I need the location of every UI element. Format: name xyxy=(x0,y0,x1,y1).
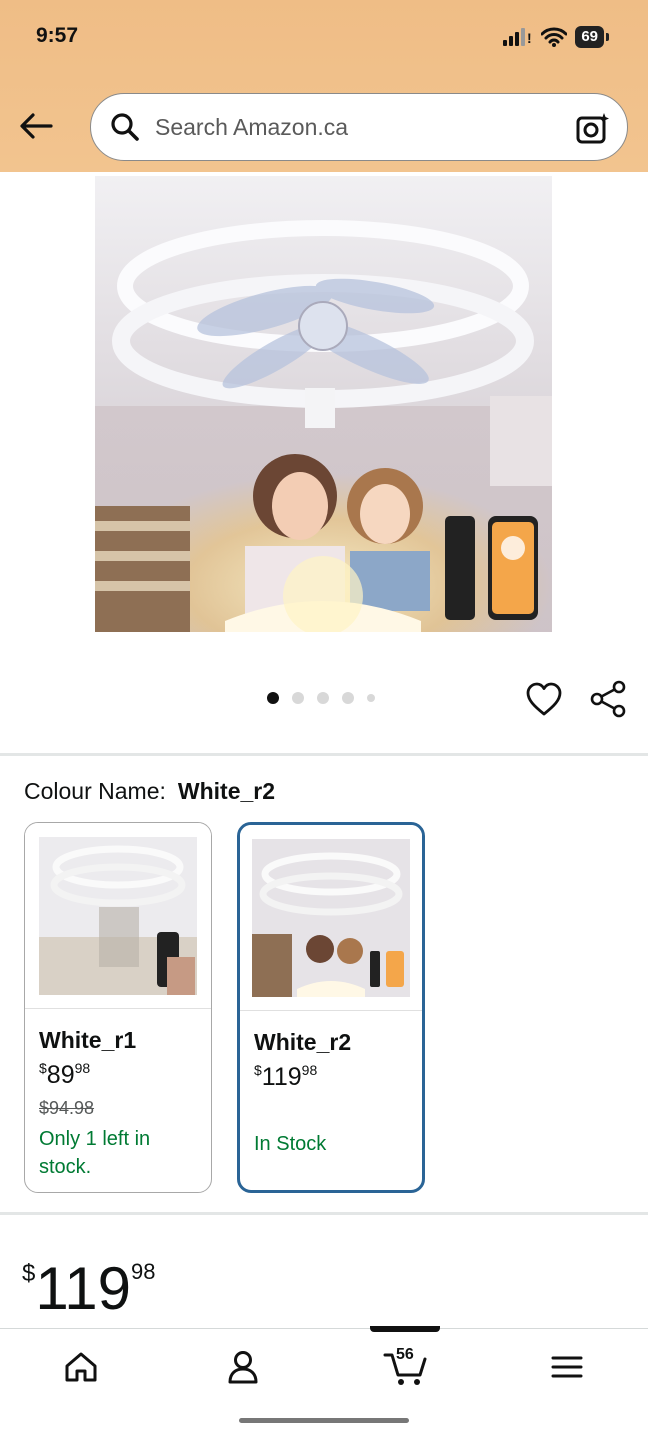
swatch-thumbnail xyxy=(39,836,197,995)
gallery-dot[interactable] xyxy=(342,692,354,704)
colour-name-label: Colour Name: White_r2 xyxy=(24,778,275,805)
back-button[interactable] xyxy=(16,106,56,146)
colour-label-text: Colour Name: xyxy=(24,778,166,804)
swatch-price: $11998 xyxy=(254,1062,318,1091)
status-icons: ! 69 xyxy=(503,26,609,48)
colour-option-white-r1[interactable]: White_r1 $8998 $94.98 Only 1 left in sto… xyxy=(24,822,212,1193)
status-time: 9:57 xyxy=(36,24,79,47)
share-icon[interactable] xyxy=(589,680,627,718)
gallery-pagination xyxy=(267,692,375,704)
back-arrow-icon xyxy=(20,113,53,139)
active-tab-indicator xyxy=(370,1326,440,1332)
swatch-was-price: $94.98 xyxy=(39,1098,95,1118)
gallery-dot[interactable] xyxy=(267,692,279,704)
nav-menu[interactable] xyxy=(547,1347,587,1387)
nav-home[interactable] xyxy=(61,1347,101,1387)
swatch-thumbnail-wrap xyxy=(25,823,211,1009)
header: 9:57 ! 69 xyxy=(0,0,648,172)
swatch-name: White_r1 xyxy=(39,1027,137,1053)
product-price: $11998 xyxy=(22,1255,156,1322)
gallery-dot[interactable] xyxy=(292,692,304,704)
section-divider xyxy=(0,753,648,756)
swatch-price: $8998 xyxy=(39,1060,91,1089)
nav-account[interactable] xyxy=(223,1347,263,1387)
camera-search-icon[interactable] xyxy=(575,110,611,146)
account-icon xyxy=(228,1351,258,1384)
signal-icon: ! xyxy=(503,28,532,46)
search-icon[interactable] xyxy=(109,111,141,143)
home-icon xyxy=(65,1352,97,1382)
search-input[interactable] xyxy=(155,113,555,141)
product-image[interactable] xyxy=(95,176,552,632)
svg-text:!: ! xyxy=(527,30,532,46)
swatch-stock-status: Only 1 left in stock. xyxy=(39,1128,151,1178)
section-divider xyxy=(0,1212,648,1215)
swatch-name: White_r2 xyxy=(254,1029,352,1055)
ceiling-fan-photo xyxy=(95,176,552,632)
cart-count-badge: 56 xyxy=(396,1346,414,1363)
bottom-nav xyxy=(0,1326,648,1440)
battery-indicator: 69 xyxy=(575,26,609,48)
home-indicator[interactable] xyxy=(239,1418,409,1423)
swatch-thumbnail xyxy=(252,838,410,997)
wifi-icon xyxy=(541,27,568,47)
selected-colour: White_r2 xyxy=(177,778,276,804)
swatch-stock-status: In Stock xyxy=(254,1133,327,1155)
gallery-dot[interactable] xyxy=(317,692,329,704)
heart-icon[interactable] xyxy=(526,682,562,718)
search-bar[interactable] xyxy=(90,93,628,161)
colour-option-white-r2[interactable]: White_r2 $11998 In Stock xyxy=(237,822,425,1193)
gallery-dot[interactable] xyxy=(367,694,375,702)
swatch-thumbnail-wrap xyxy=(240,825,422,1011)
menu-icon xyxy=(551,1356,583,1378)
